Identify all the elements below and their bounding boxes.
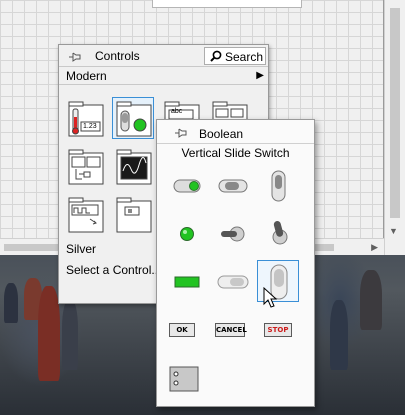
vertical-toggle-switch-icon (272, 221, 288, 245)
horizontal-toggle-led-control[interactable] (165, 164, 207, 206)
pedestrian-figure (62, 300, 78, 370)
numeric-palette-tile[interactable]: 1.23 (64, 97, 106, 139)
panel-object (152, 0, 302, 8)
horizontal-toggle-icon (173, 179, 201, 193)
numeric-icon (68, 101, 104, 137)
vertical-toggle-switch-control[interactable] (257, 212, 299, 254)
toggle-switch-icon (221, 226, 245, 242)
numeric-tile-text: 1.23 (83, 123, 97, 130)
variant-class-icon (116, 197, 152, 233)
ok-button-control[interactable]: OK (169, 323, 195, 337)
round-led-icon (180, 227, 194, 241)
boolean-palette: Boolean Vertical Slide Switch OK CANCEL … (156, 119, 315, 407)
controls-title-bar: Controls Search (59, 45, 268, 67)
stop-button-control[interactable]: STOP (264, 323, 292, 337)
string-tile-text: abc (171, 108, 183, 115)
search-button[interactable]: Search (204, 47, 266, 65)
search-icon (210, 50, 222, 62)
controls-title: Controls (95, 49, 140, 63)
vertical-scrollbar[interactable]: ▼ (384, 0, 405, 255)
radio-buttons-icon (169, 366, 199, 392)
graph-palette-tile[interactable] (112, 145, 154, 187)
vertical-toggle-icon (271, 170, 286, 202)
pedestrian-figure (4, 283, 18, 323)
select-a-control-item[interactable]: Select a Control... (66, 263, 161, 277)
variant-class-palette-tile[interactable] (112, 193, 154, 235)
list-table-palette-tile[interactable] (64, 145, 106, 187)
radio-buttons-control[interactable] (165, 358, 207, 400)
scroll-down-arrow-icon[interactable]: ▼ (389, 226, 398, 236)
flat-slide-icon (217, 275, 249, 289)
category-modern[interactable]: Modern ▶ (59, 67, 268, 85)
round-led-control[interactable] (165, 212, 207, 254)
io-palette-tile[interactable] (64, 193, 106, 235)
mouse-cursor-icon (263, 287, 278, 308)
silver-category[interactable]: Silver (66, 242, 96, 256)
boolean-title: Boolean (199, 127, 244, 141)
horizontal-slide-switch-control[interactable] (211, 164, 253, 206)
horizontal-toggle-switch-control[interactable] (211, 212, 253, 254)
scroll-thumb[interactable] (390, 8, 400, 218)
square-led-icon (174, 276, 200, 288)
boolean-title-bar: Boolean (157, 120, 314, 144)
boolean-palette-tile[interactable] (112, 97, 154, 139)
boolean-icon (116, 101, 152, 137)
cancel-button-control[interactable]: CANCEL (215, 323, 247, 337)
square-led-control[interactable] (165, 260, 207, 302)
scroll-right-arrow-icon[interactable]: ▶ (371, 242, 378, 253)
category-label: Modern (66, 69, 107, 83)
expand-arrow-icon: ▶ (256, 70, 264, 81)
hovered-control-name: Vertical Slide Switch (181, 146, 290, 160)
search-label: Search (225, 50, 264, 64)
list-table-tree-icon (68, 149, 104, 185)
io-icon (68, 197, 104, 233)
thumbtack-icon[interactable] (67, 50, 83, 64)
flat-slide-switch-control[interactable] (211, 260, 253, 302)
graph-icon (116, 149, 152, 185)
vertical-toggle-control[interactable] (257, 164, 299, 206)
pedestrian-figure (360, 270, 382, 330)
horizontal-slide-icon (218, 179, 248, 193)
pedestrian-figure (330, 300, 348, 370)
thumbtack-icon[interactable] (173, 126, 189, 140)
pedestrian-figure (38, 286, 60, 381)
